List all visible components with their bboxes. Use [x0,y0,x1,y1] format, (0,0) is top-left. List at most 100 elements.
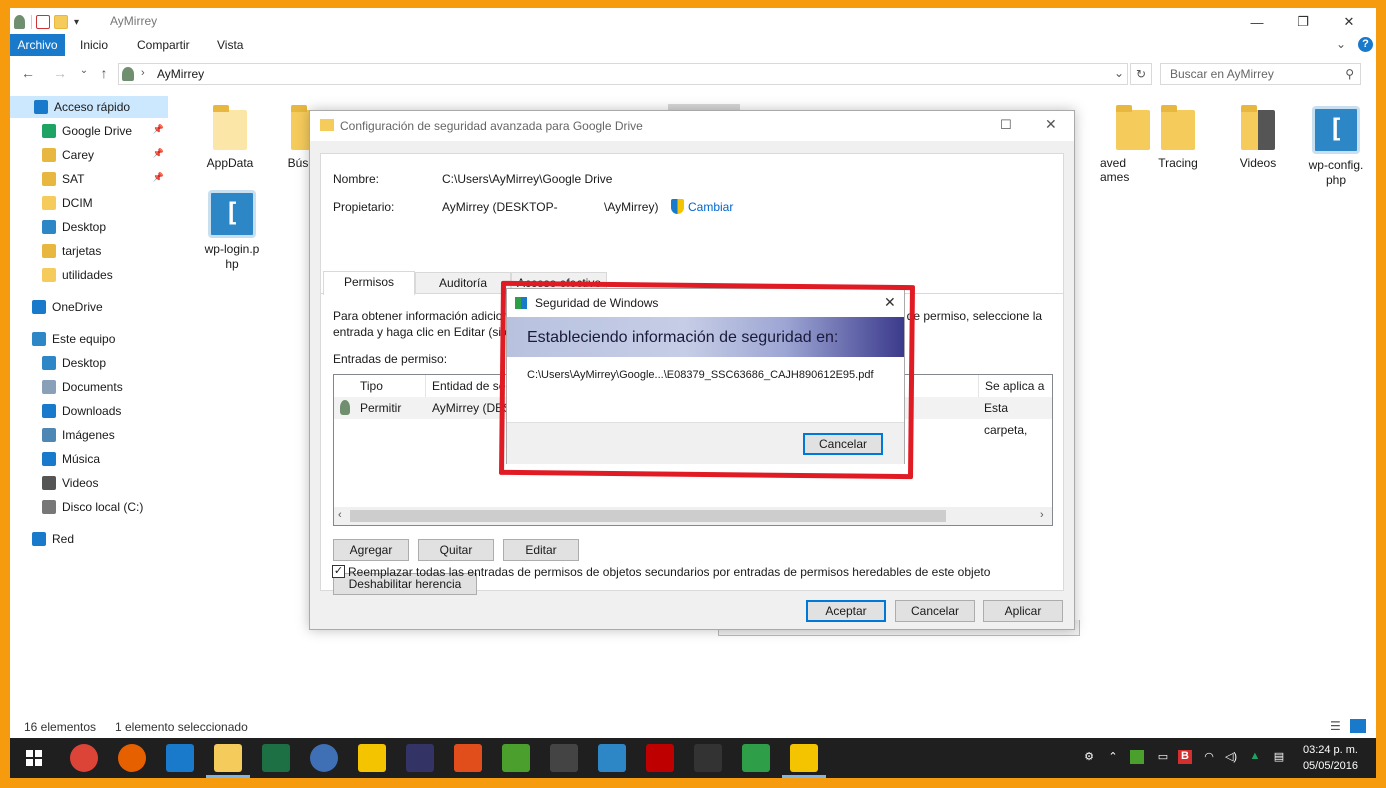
agregar-button[interactable]: Agregar [333,539,409,561]
taskbar-inkscape-icon[interactable] [694,744,722,772]
file-wp-login[interactable]: [ ] wp-login.p hp [192,190,272,272]
replace-checkbox[interactable]: ✓ [332,565,345,578]
tray-battery-icon[interactable]: ▭ [1156,750,1170,764]
sidebar-item-desktop[interactable]: Desktop [10,352,168,374]
taskbar-notes-icon[interactable] [358,744,386,772]
tray-notifications-icon[interactable]: ▤ [1272,750,1286,764]
breadcrumb[interactable]: AyMirrey [157,67,204,81]
file-label: ames [1100,170,1130,184]
up-arrow-icon[interactable]: ↑ [94,65,114,83]
address-input[interactable]: › AyMirrey ⌄ [118,63,1128,85]
tab-compartir[interactable]: Compartir [137,34,190,56]
forward-arrow-icon[interactable]: → [50,65,70,83]
sidebar-item-disco-local-c-[interactable]: Disco local (C:) [10,496,168,518]
active-indicator [206,775,250,778]
folder-videos[interactable]: Videos [1218,105,1298,170]
properties-icon[interactable] [36,15,50,29]
sidebar-item-desktop[interactable]: Desktop [10,216,168,238]
horizontal-scrollbar[interactable]: ‹ › [334,507,1052,525]
change-owner-link[interactable]: Cambiar [688,200,733,214]
taskbar-media-icon[interactable] [406,744,434,772]
sidebar-item-este-equipo[interactable]: Este equipo [10,328,168,350]
sidebar-item-documents[interactable]: Documents [10,376,168,398]
folder-appdata[interactable]: AppData [190,105,270,170]
tab-permisos[interactable]: Permisos [323,271,415,295]
tab-auditoria[interactable]: Auditoría [415,272,511,294]
tab-archivo[interactable]: Archivo [10,34,65,56]
taskbar-calculator-icon[interactable] [550,744,578,772]
tray-b-icon[interactable]: B [1178,750,1192,764]
close-button[interactable]: ✕ [1045,116,1057,133]
tray-volume-icon[interactable]: ◁) [1224,750,1238,764]
sidebar-item-carey[interactable]: Carey 📌 [10,144,168,166]
refresh-icon[interactable]: ↻ [1130,63,1152,85]
sidebar-item-acceso-rápido[interactable]: Acceso rápido [10,96,168,118]
quitar-button[interactable]: Quitar [418,539,494,561]
large-icons-view-icon[interactable] [1350,719,1366,733]
pin-icon[interactable]: 📌 [153,148,164,159]
tray-chevron-icon[interactable]: ⌃ [1106,750,1120,764]
tray-google-drive-icon[interactable]: ▲ [1248,750,1262,764]
selection-count: 1 elemento seleccionado [115,720,248,734]
sidebar-item-label: Red [52,532,75,546]
sidebar-item-google-drive[interactable]: Google Drive 📌 [10,120,168,142]
restore-button[interactable]: ❐ [1280,8,1326,36]
file-wp-config[interactable]: [ ] wp-config. php [1296,106,1376,188]
new-folder-icon[interactable] [54,15,68,29]
sidebar-item-utilidades[interactable]: utilidades [10,264,168,286]
search-input[interactable]: Buscar en AyMirrey ⚲ [1160,63,1361,85]
tray-network-tool-icon[interactable]: ⚙ [1082,750,1096,764]
taskbar-google-drive-icon[interactable] [790,744,818,772]
taskbar-firefox-icon[interactable] [118,744,146,772]
tray-nvidia-icon[interactable] [1130,750,1144,764]
taskbar-filezilla-icon[interactable] [646,744,674,772]
start-windows-icon[interactable] [26,750,42,766]
column-tipo[interactable]: Tipo [354,375,426,397]
scroll-thumb[interactable] [350,510,946,522]
sidebar-item-imágenes[interactable]: Imágenes [10,424,168,446]
sidebar-item-red[interactable]: Red [10,528,168,550]
sidebar-item-tarjetas[interactable]: tarjetas [10,240,168,262]
back-arrow-icon[interactable]: ← [18,65,38,83]
taskbar-chrome-icon[interactable] [70,744,98,772]
column-se-aplica[interactable]: Se aplica a [978,375,1054,397]
taskbar-brackets-icon[interactable] [598,744,626,772]
taskbar-thunderbird-icon[interactable] [310,744,338,772]
tab-inicio[interactable]: Inicio [80,34,108,56]
tab-vista[interactable]: Vista [217,34,243,56]
help-icon[interactable]: ? [1358,37,1373,52]
scroll-right-icon[interactable]: › [1040,509,1044,521]
editar-button[interactable]: Editar [503,539,579,561]
sidebar-item-dcim[interactable]: DCIM [10,192,168,214]
pin-icon[interactable]: 📌 [153,124,164,135]
close-button[interactable]: ✕ [1326,8,1372,36]
taskbar-excel-icon[interactable] [262,744,290,772]
cancelar-button[interactable]: Cancelar [895,600,975,622]
taskbar-edge-icon[interactable] [166,744,194,772]
info-text-line2: entrada y haga clic en Editar (si e [333,325,512,339]
scroll-left-icon[interactable]: ‹ [338,509,342,521]
sidebar-item-onedrive[interactable]: OneDrive [10,296,168,318]
details-view-icon[interactable]: ☰ [1330,719,1341,733]
address-dropdown-icon[interactable]: ⌄ [1114,66,1124,80]
maximize-button[interactable]: ☐ [1000,117,1012,133]
aceptar-button[interactable]: Aceptar [806,600,886,622]
sidebar-item-videos[interactable]: Videos [10,472,168,494]
sidebar-item-música[interactable]: Música [10,448,168,470]
minimize-button[interactable]: — [1234,8,1280,36]
chevron-down-icon[interactable]: ▾ [74,17,79,28]
sidebar-item-downloads[interactable]: Downloads [10,400,168,422]
recent-chevron-icon[interactable]: ⌄ [74,65,94,83]
pin-icon[interactable]: 📌 [153,172,164,183]
taskbar-dreamweaver-icon[interactable] [502,744,530,772]
taskbar-flame-icon[interactable] [454,744,482,772]
tray-wifi-icon[interactable]: ◠ [1202,750,1216,764]
aplicar-button[interactable]: Aplicar [983,600,1063,622]
folder-tracing[interactable]: Tracing [1138,105,1218,170]
taskbar-camtasia-icon[interactable] [742,744,770,772]
navigation-pane: Acceso rápido Google Drive 📌 Carey 📌 SAT 📌 DCIM… [10,96,168,716]
clock[interactable]: 03:24 p. m. 05/05/2016 [1303,742,1358,774]
sidebar-item-sat[interactable]: SAT 📌 [10,168,168,190]
expand-ribbon-icon[interactable]: ⌄ [1336,37,1346,51]
taskbar-file-explorer-icon[interactable] [214,744,242,772]
